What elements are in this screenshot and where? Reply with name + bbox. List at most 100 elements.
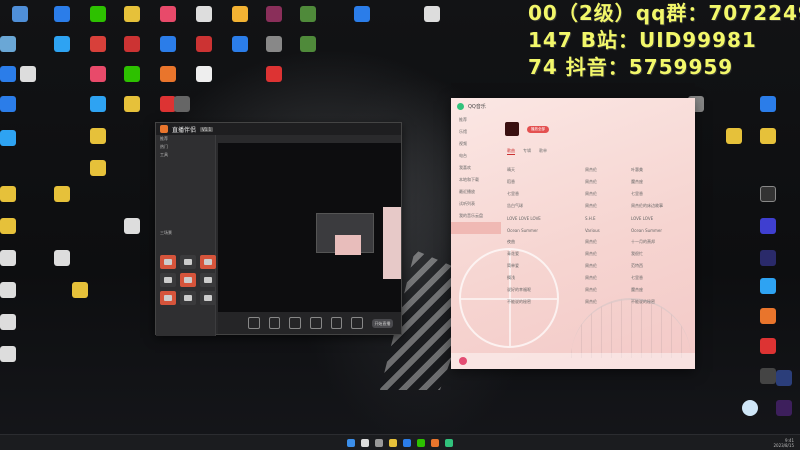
edge-icon[interactable] — [403, 438, 411, 447]
start-menu-icon[interactable] — [347, 438, 355, 447]
sidebar-item[interactable]: 最近播放 — [451, 186, 501, 198]
desktop-icon[interactable] — [0, 250, 28, 266]
desktop-icon[interactable] — [412, 6, 452, 22]
desktop-icon[interactable] — [0, 96, 28, 112]
play-all-button[interactable]: 播放全部 — [527, 126, 549, 133]
desktop-icon[interactable] — [748, 218, 788, 234]
desktop-icon[interactable] — [748, 186, 788, 202]
streaming-app-window[interactable]: 直播伴侣 V1.1 推荐 热门 工具 三场景 开始直播 — [155, 122, 402, 336]
desktop-icon[interactable] — [0, 130, 28, 146]
list-item[interactable]: 夜曲 周杰伦 十一月的萧邦 — [507, 236, 687, 248]
system-tray-clock[interactable]: 9:41 2023/8/15 — [773, 438, 794, 448]
desktop-icon[interactable] — [148, 6, 188, 22]
desktop-icon[interactable] — [148, 36, 188, 52]
list-item[interactable]: 简单爱 周杰伦 范特西 — [507, 260, 687, 272]
desktop-icon[interactable] — [748, 250, 788, 266]
sidebar-item[interactable]: 热门 — [156, 143, 215, 151]
toolbar-icon[interactable] — [309, 317, 322, 329]
desktop-icon[interactable] — [42, 186, 82, 202]
tool-button[interactable] — [180, 273, 196, 287]
desktop-icon[interactable] — [764, 370, 800, 386]
sidebar-item[interactable]: 推荐 — [156, 135, 215, 143]
task-view-icon[interactable] — [375, 438, 383, 447]
toolbar-icon[interactable] — [351, 317, 363, 329]
tool-button[interactable] — [200, 291, 216, 305]
desktop-icon[interactable] — [42, 6, 82, 22]
desktop-icon[interactable] — [748, 96, 788, 112]
list-item[interactable]: 青花瓷 周杰伦 我很忙 — [507, 248, 687, 260]
sidebar-item[interactable]: 工具 — [156, 151, 215, 159]
sidebar-item[interactable]: 乐馆 — [451, 126, 501, 138]
desktop-icon[interactable] — [78, 160, 118, 176]
desktop-icon[interactable] — [342, 6, 382, 22]
desktop-icon[interactable] — [112, 218, 152, 234]
desktop-icon[interactable] — [184, 66, 224, 82]
sidebar-item[interactable]: 三场景 — [156, 229, 215, 237]
list-item[interactable]: 告白气球 周杰伦 周杰伦的床边故事 — [507, 200, 687, 212]
desktop-icon[interactable] — [748, 338, 788, 354]
stream-preview[interactable] — [218, 143, 401, 313]
desktop-icon[interactable] — [0, 6, 40, 22]
desktop-icon[interactable] — [748, 128, 788, 144]
desktop-icon[interactable] — [162, 96, 202, 112]
desktop-icon[interactable] — [0, 186, 28, 202]
file-explorer-icon[interactable] — [389, 438, 397, 447]
desktop-icon[interactable] — [78, 128, 118, 144]
desktop-icon[interactable] — [42, 250, 82, 266]
list-item[interactable]: 说好的幸福呢 周杰伦 魔杰座 — [507, 284, 687, 296]
toolbar-icon[interactable] — [268, 317, 281, 329]
desktop-icon[interactable] — [254, 66, 294, 82]
sidebar-item[interactable]: 本地和下载 — [451, 174, 501, 186]
desktop-icon[interactable] — [748, 308, 788, 324]
qq-music-icon[interactable] — [445, 438, 453, 447]
tool-button[interactable] — [160, 255, 176, 269]
playlist-cover[interactable] — [505, 122, 519, 136]
tab-songs[interactable]: 歌曲 — [507, 148, 515, 155]
sidebar-item[interactable]: 我喜欢 — [451, 162, 501, 174]
sidebar-item[interactable]: 试听列表 — [451, 198, 501, 210]
desktop-icon[interactable] — [0, 314, 28, 330]
tool-button[interactable] — [180, 255, 196, 269]
desktop-icon[interactable] — [184, 6, 224, 22]
sidebar-item[interactable]: 我的音乐云盘 — [451, 210, 501, 222]
desktop-icon[interactable] — [112, 96, 152, 112]
tool-button[interactable] — [200, 273, 216, 287]
list-item[interactable]: 晴天 周杰伦 叶惠美 — [507, 164, 687, 176]
tool-button[interactable] — [180, 291, 196, 305]
desktop-icon[interactable] — [112, 36, 152, 52]
wechat-icon[interactable] — [417, 438, 425, 447]
tab-albums[interactable]: 专辑 — [523, 148, 531, 155]
list-item[interactable]: 搁浅 周杰伦 七里香 — [507, 272, 687, 284]
tab-playlists[interactable]: 歌单 — [539, 148, 547, 155]
list-item[interactable]: 不能说的秘密 周杰伦 不能说的秘密 — [507, 296, 687, 308]
desktop-icon[interactable] — [8, 66, 48, 82]
list-item[interactable]: Ocean Summer Various Ocean Summer — [507, 224, 687, 236]
desktop-icon[interactable] — [148, 66, 188, 82]
window-titlebar[interactable]: QQ音乐 — [451, 98, 695, 114]
desktop-icon[interactable] — [0, 36, 28, 52]
desktop-icon[interactable] — [288, 6, 328, 22]
desktop-icon[interactable] — [288, 36, 328, 52]
desktop-icon[interactable] — [42, 36, 82, 52]
search-icon[interactable] — [361, 438, 369, 447]
tool-button[interactable] — [160, 291, 176, 305]
sidebar-item[interactable]: 电台 — [451, 150, 501, 162]
list-item[interactable]: 稻香 周杰伦 魔杰座 — [507, 176, 687, 188]
desktop-icon[interactable] — [0, 346, 28, 362]
desktop-icon[interactable] — [748, 278, 788, 294]
desktop-icon[interactable] — [112, 66, 152, 82]
sidebar-item[interactable]: 推荐 — [451, 114, 501, 126]
window-titlebar[interactable]: 直播伴侣 V1.1 — [156, 123, 401, 135]
desktop-icon[interactable] — [112, 6, 152, 22]
toolbar-icon[interactable] — [330, 317, 343, 329]
desktop-icon[interactable] — [60, 282, 100, 298]
streaming-app-icon[interactable] — [431, 438, 439, 447]
music-app-window[interactable]: QQ音乐 推荐 乐馆 视频 电台 我喜欢 本地和下载 最近播放 试听列表 我的音… — [451, 98, 695, 369]
sidebar-item[interactable]: 视频 — [451, 138, 501, 150]
desktop-icon[interactable] — [730, 400, 770, 416]
desktop-icon[interactable] — [0, 218, 28, 234]
start-live-button[interactable]: 开始直播 — [371, 318, 394, 328]
desktop-icon[interactable] — [0, 282, 28, 298]
tool-button[interactable] — [200, 255, 216, 269]
toolbar-icon[interactable] — [289, 317, 301, 329]
